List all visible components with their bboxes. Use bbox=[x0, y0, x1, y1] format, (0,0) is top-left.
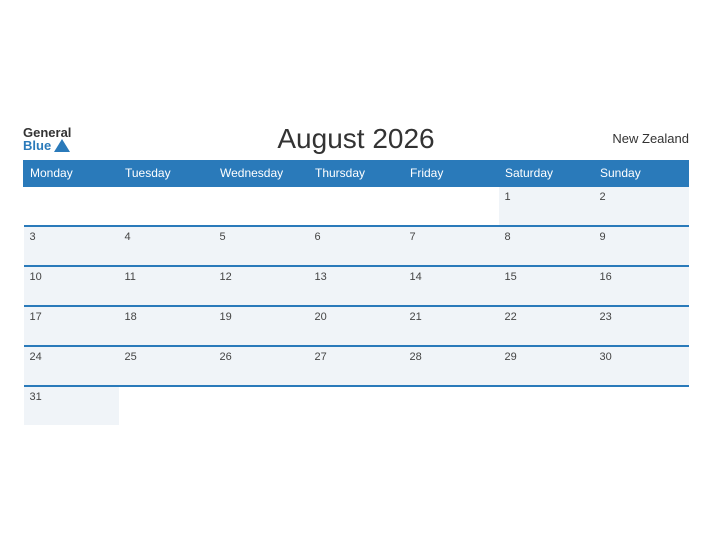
day-cell: 29 bbox=[499, 346, 594, 386]
day-cell: 27 bbox=[309, 346, 404, 386]
header-monday: Monday bbox=[24, 160, 119, 186]
day-cell bbox=[309, 386, 404, 425]
day-cell: 24 bbox=[24, 346, 119, 386]
logo-blue-text: Blue bbox=[23, 139, 70, 152]
day-cell: 2 bbox=[594, 186, 689, 226]
day-cell bbox=[309, 186, 404, 226]
day-cell: 18 bbox=[119, 306, 214, 346]
weekday-header-row: Monday Tuesday Wednesday Thursday Friday… bbox=[24, 160, 689, 186]
day-cell: 30 bbox=[594, 346, 689, 386]
day-cell: 26 bbox=[214, 346, 309, 386]
day-cell: 4 bbox=[119, 226, 214, 266]
day-cell bbox=[214, 186, 309, 226]
day-cell bbox=[499, 386, 594, 425]
day-cell: 1 bbox=[499, 186, 594, 226]
day-cell: 21 bbox=[404, 306, 499, 346]
day-cell: 3 bbox=[24, 226, 119, 266]
day-cell bbox=[214, 386, 309, 425]
header-friday: Friday bbox=[404, 160, 499, 186]
day-cell: 5 bbox=[214, 226, 309, 266]
day-cell bbox=[404, 186, 499, 226]
day-cell: 13 bbox=[309, 266, 404, 306]
day-cell: 12 bbox=[214, 266, 309, 306]
month-year-title: August 2026 bbox=[277, 123, 434, 155]
day-cell: 7 bbox=[404, 226, 499, 266]
week-row-3: 10 11 12 13 14 15 16 bbox=[24, 266, 689, 306]
day-cell: 6 bbox=[309, 226, 404, 266]
week-row-5: 24 25 26 27 28 29 30 bbox=[24, 346, 689, 386]
day-cell: 10 bbox=[24, 266, 119, 306]
day-cell: 23 bbox=[594, 306, 689, 346]
week-row-4: 17 18 19 20 21 22 23 bbox=[24, 306, 689, 346]
header-wednesday: Wednesday bbox=[214, 160, 309, 186]
day-cell: 25 bbox=[119, 346, 214, 386]
logo: General Blue bbox=[23, 126, 71, 152]
logo-general-text: General bbox=[23, 126, 71, 139]
day-cell bbox=[24, 186, 119, 226]
day-cell: 15 bbox=[499, 266, 594, 306]
day-cell: 17 bbox=[24, 306, 119, 346]
calendar-table: Monday Tuesday Wednesday Thursday Friday… bbox=[23, 160, 689, 425]
day-cell bbox=[119, 186, 214, 226]
day-cell: 16 bbox=[594, 266, 689, 306]
day-cell: 19 bbox=[214, 306, 309, 346]
calendar-container: General Blue August 2026 New Zealand Mon… bbox=[11, 116, 701, 435]
calendar-header: General Blue August 2026 New Zealand bbox=[23, 126, 689, 152]
day-cell bbox=[594, 386, 689, 425]
day-cell: 20 bbox=[309, 306, 404, 346]
day-cell: 28 bbox=[404, 346, 499, 386]
day-cell: 22 bbox=[499, 306, 594, 346]
week-row-1: 1 2 bbox=[24, 186, 689, 226]
header-tuesday: Tuesday bbox=[119, 160, 214, 186]
day-cell: 8 bbox=[499, 226, 594, 266]
day-cell bbox=[404, 386, 499, 425]
day-cell bbox=[119, 386, 214, 425]
logo-triangle-icon bbox=[54, 139, 70, 152]
week-row-2: 3 4 5 6 7 8 9 bbox=[24, 226, 689, 266]
header-saturday: Saturday bbox=[499, 160, 594, 186]
day-cell: 14 bbox=[404, 266, 499, 306]
day-cell: 31 bbox=[24, 386, 119, 425]
day-cell: 9 bbox=[594, 226, 689, 266]
day-cell: 11 bbox=[119, 266, 214, 306]
week-row-6: 31 bbox=[24, 386, 689, 425]
header-thursday: Thursday bbox=[309, 160, 404, 186]
header-sunday: Sunday bbox=[594, 160, 689, 186]
region-label: New Zealand bbox=[612, 131, 689, 146]
